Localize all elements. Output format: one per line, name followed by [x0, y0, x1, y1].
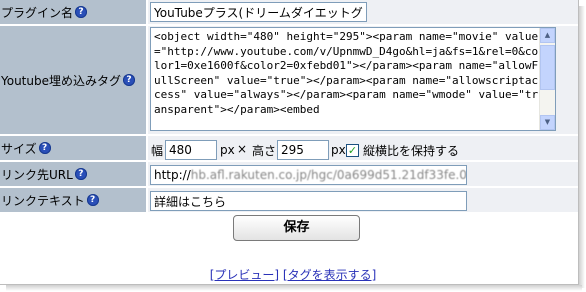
height-label: 高さ: [252, 144, 277, 158]
embed-tag-textarea[interactable]: <object width="480" height="295"><param …: [150, 27, 556, 131]
scrollbar-thumb[interactable]: [540, 45, 555, 90]
size-label-cell: サイズ ?: [0, 136, 146, 160]
scroll-up-arrow-icon[interactable]: ▲: [540, 28, 555, 43]
height-unit: px: [331, 143, 346, 157]
embed-tag-code: <object width="480" height="295"><param …: [154, 30, 539, 116]
scroll-down-arrow-icon[interactable]: ▼: [540, 115, 555, 130]
textarea-scrollbar[interactable]: ▲ ▼: [539, 28, 555, 130]
help-icon[interactable]: ?: [86, 194, 99, 206]
link-text-input[interactable]: [150, 191, 467, 211]
plugin-name-label: プラグイン名: [1, 5, 74, 20]
link-url-input[interactable]: http://hb.afl.rakuten.co.jp/hgc/0a699d51…: [150, 165, 467, 185]
preview-link[interactable]: [プレビュー]: [210, 268, 279, 282]
link-url-label-cell: リンク先URL ?: [0, 162, 146, 186]
link-url-prefix: http://: [154, 168, 191, 182]
panel-shadow-bottom: [6, 285, 582, 291]
width-unit: px: [220, 143, 235, 157]
help-icon[interactable]: ?: [123, 74, 135, 86]
help-icon[interactable]: ?: [75, 6, 88, 18]
footer-links: [プレビュー] [タグを表示する]: [0, 266, 586, 283]
help-icon[interactable]: ?: [38, 142, 51, 154]
keep-ratio-label: 縦横比を保持する: [363, 144, 460, 158]
size-label: サイズ: [1, 141, 37, 156]
width-input[interactable]: [165, 140, 217, 160]
save-button[interactable]: 保存: [233, 215, 360, 241]
plugin-name-label-cell: プラグイン名 ?: [0, 0, 146, 24]
times-sign: ×: [237, 142, 248, 156]
keep-ratio-checkbox[interactable]: ✓: [346, 144, 359, 157]
link-text-label-cell: リンクテキスト ?: [0, 188, 146, 212]
show-tag-link[interactable]: [タグを表示する]: [283, 268, 376, 282]
help-icon[interactable]: ?: [74, 168, 87, 180]
plugin-name-input[interactable]: [150, 2, 367, 22]
height-input[interactable]: [277, 140, 329, 160]
embed-tag-label-cell: Youtube埋め込みタグ ?: [0, 26, 146, 134]
width-label: 幅: [151, 144, 164, 158]
link-url-label: リンク先URL: [1, 167, 73, 182]
link-url-blurred: hb.afl.rakuten.co.jp/hgc/0a699d51.21df33…: [190, 168, 467, 182]
panel-shadow-right: [579, 6, 585, 288]
embed-tag-label: Youtube埋め込みタグ: [1, 73, 121, 88]
link-text-label: リンクテキスト: [1, 193, 85, 208]
